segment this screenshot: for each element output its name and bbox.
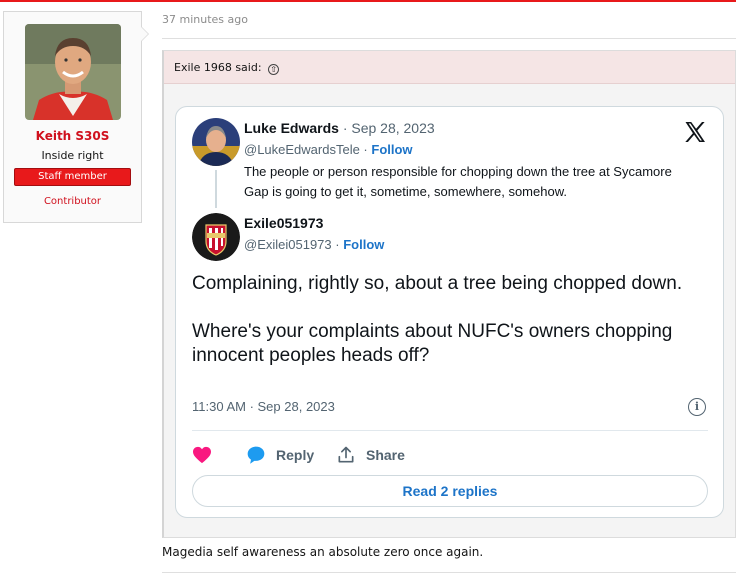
user-card: Keith S30S Inside right Staff member Con… [3,11,149,223]
quoted-author-name[interactable]: Luke Edwards · Sep 28, 2023 [244,120,435,136]
divider [192,430,708,431]
read-replies-button[interactable]: Read 2 replies [192,475,708,507]
tweet-text-paragraph: Where's your complaints about NUFC's own… [192,321,673,366]
author-name[interactable]: Exile051973 [244,215,323,231]
share-button[interactable]: Share [336,444,405,466]
info-icon[interactable]: i [688,398,706,416]
username[interactable]: Keith S30S [4,129,141,143]
quoted-author-name-text: Luke Edwards [244,120,339,136]
user-role: Contributor [43,196,102,207]
divider [162,572,736,573]
follow-link-quoted[interactable]: Follow [371,142,412,157]
quote-author-label: Exile 1968 said: [174,61,262,74]
reply-button[interactable]: Reply [246,444,314,466]
share-icon [338,446,354,463]
thread-connector [215,170,217,208]
quoted-tweet-text: The people or person responsible for cho… [244,164,672,199]
quote-block: Exile 1968 said: ⇧ Luke Edwards · Sep 28… [162,50,736,538]
quoted-author-handle[interactable]: @LukeEdwardsTele · [244,142,368,157]
like-button[interactable] [192,444,222,466]
top-accent-bar [0,0,736,2]
user-avatar[interactable] [25,24,121,120]
tweet-timestamp[interactable]: 11:30 AM · Sep 28, 2023 [192,399,335,414]
author-handle[interactable]: @Exilei051973 · [244,237,340,252]
x-logo-icon[interactable] [683,120,707,144]
go-to-quote-icon[interactable]: ⇧ [268,64,280,75]
author-handle-row: @Exilei051973 · Follow [244,237,384,252]
share-label: Share [366,447,405,463]
post-timestamp[interactable]: 37 minutes ago [162,13,248,26]
reply-label: Reply [276,447,315,463]
divider [162,38,736,39]
tweet-text: Complaining, rightly so, about a tree be… [192,272,692,392]
tweet-actions: Reply Share [192,444,708,466]
author-avatar[interactable] [192,213,240,261]
quoted-author-handle-row: @LukeEdwardsTele · Follow [244,142,413,157]
quote-author[interactable]: Exile 1968 said: ⇧ [174,61,280,75]
heart-icon [193,446,211,464]
post-body: Magedia self awareness an absolute zero … [162,545,484,559]
tweet-embed: Luke Edwards · Sep 28, 2023 @LukeEdwards… [175,106,724,518]
reply-bubble-icon [247,446,265,464]
follow-link-author[interactable]: Follow [343,237,384,252]
staff-member-badge: Staff member [14,168,131,186]
quote-header: Exile 1968 said: ⇧ [164,51,735,84]
user-title: Inside right [41,149,104,162]
quoted-author-avatar[interactable] [192,118,240,166]
quoted-tweet-date[interactable]: · Sep 28, 2023 [343,120,435,136]
tweet-text-paragraph: Complaining, rightly so, about a tree be… [192,273,683,294]
